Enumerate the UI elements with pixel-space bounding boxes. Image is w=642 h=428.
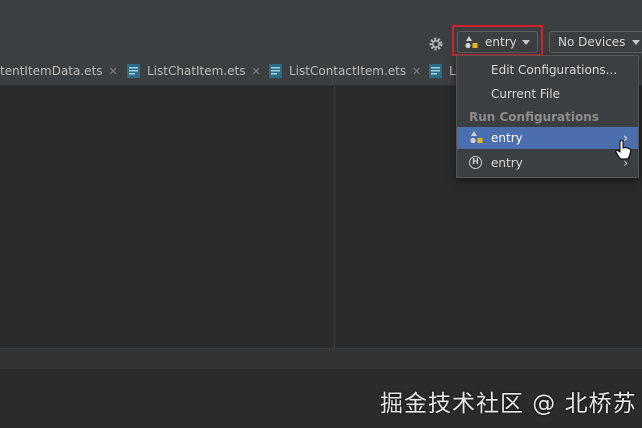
ets-file-icon xyxy=(127,64,140,78)
menu-item-entry-harmony[interactable]: H entry › xyxy=(457,152,638,174)
menu-item-entry-app[interactable]: entry › xyxy=(457,127,638,149)
settings-gear-icon[interactable] xyxy=(428,36,444,52)
close-icon[interactable]: ✕ xyxy=(109,65,118,78)
menu-section-header: Run Configurations xyxy=(457,106,638,128)
hand-cursor-icon xyxy=(615,140,632,160)
close-icon[interactable]: ✕ xyxy=(252,65,261,78)
menu-item-label: entry xyxy=(491,156,523,170)
highlight-box xyxy=(452,25,543,56)
tab-list-contact-item[interactable]: ListContactItem.ets ✕ xyxy=(289,58,421,85)
chevron-down-icon xyxy=(632,40,640,45)
section-label: Run Configurations xyxy=(469,110,599,124)
ets-file-icon xyxy=(429,64,442,78)
run-config-menu: Edit Configurations... Current File Run … xyxy=(456,55,639,178)
menu-item-label: entry xyxy=(491,131,523,145)
device-label: No Devices xyxy=(558,35,626,49)
watermark-text: 掘金技术社区 @ 北桥苏 xyxy=(380,391,637,417)
tab-list-chat-item[interactable]: ListChatItem.ets ✕ xyxy=(147,58,261,85)
tab-item-data[interactable]: tentItemData.ets ✕ xyxy=(0,58,118,85)
harmony-icon: H xyxy=(469,156,482,169)
bottom-panel-header xyxy=(0,348,642,370)
menu-item-current-file[interactable]: Current File xyxy=(457,83,638,105)
tab-label: ListChatItem.ets xyxy=(147,64,246,78)
menu-item-label: Edit Configurations... xyxy=(491,63,618,77)
device-dropdown[interactable]: No Devices xyxy=(549,31,642,53)
editor-pane-left[interactable] xyxy=(0,86,334,348)
close-icon[interactable]: ✕ xyxy=(412,65,421,78)
tab-label: ListContactItem.ets xyxy=(289,64,407,78)
title-bar xyxy=(0,0,642,27)
menu-item-edit-configurations[interactable]: Edit Configurations... xyxy=(457,59,638,81)
tab-label: L xyxy=(449,64,456,78)
ets-file-icon xyxy=(269,64,282,78)
tab-partial[interactable]: L xyxy=(449,58,456,85)
app-module-icon xyxy=(470,131,483,144)
tab-label: tentItemData.ets xyxy=(0,64,103,78)
menu-item-label: Current File xyxy=(491,87,560,101)
